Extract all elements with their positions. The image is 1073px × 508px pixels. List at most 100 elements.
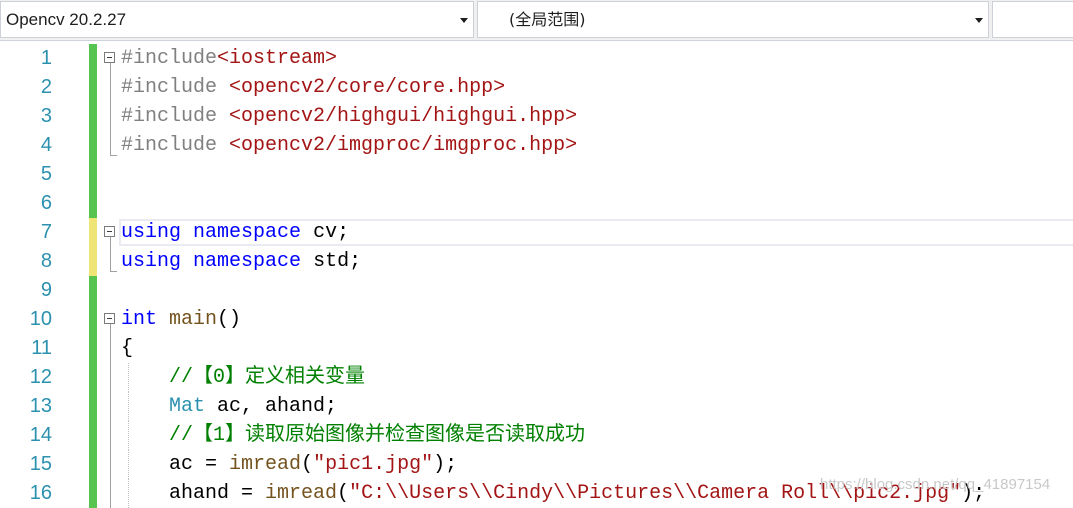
line-number: 6 <box>40 192 52 214</box>
code-text: using namespace std; <box>121 247 361 276</box>
line-number: 8 <box>40 250 52 272</box>
code-line[interactable]: 2 #include <opencv2/core/core.hpp> <box>0 73 1073 102</box>
saved-change-marker <box>89 73 97 102</box>
code-token: main <box>169 308 218 331</box>
code-token: imread <box>229 453 302 476</box>
code-text: #include <opencv2/core/core.hpp> <box>121 73 505 102</box>
saved-change-marker <box>89 334 97 363</box>
saved-change-marker <box>89 160 97 189</box>
code-line[interactable]: 1 #include<iostream> <box>0 44 1073 73</box>
code-editor[interactable]: 1 #include<iostream> 2 #include <opencv2/co… <box>0 41 1073 508</box>
code-token: ( <box>337 482 350 505</box>
code-line[interactable]: 9 <box>0 276 1073 305</box>
code-token: Mat <box>169 395 206 418</box>
code-token: () <box>217 308 242 331</box>
saved-change-marker <box>89 392 97 421</box>
saved-change-marker <box>89 363 97 392</box>
collapse-icon[interactable] <box>104 52 115 63</box>
code-token: int <box>121 308 158 331</box>
code-text: //【0】定义相关变量 <box>121 363 365 392</box>
line-number: 7 <box>40 221 52 243</box>
code-token: #include <box>121 105 230 128</box>
chevron-down-icon <box>975 18 983 23</box>
fold-guide <box>110 63 111 73</box>
code-token: std; <box>301 250 362 273</box>
collapse-icon[interactable] <box>104 313 115 324</box>
code-text: { <box>121 334 133 363</box>
code-token: #include <box>121 47 218 70</box>
saved-change-marker <box>89 305 97 334</box>
code-line[interactable]: 5 <box>0 160 1073 189</box>
line-number: 2 <box>40 76 52 98</box>
fold-guide <box>110 450 111 479</box>
code-line[interactable]: 15 ac = imread("pic1.jpg"); <box>0 450 1073 479</box>
code-line[interactable]: 11 { <box>0 334 1073 363</box>
fold-guide <box>110 73 111 102</box>
code-line[interactable]: 4 #include <opencv2/imgproc/imgproc.hpp> <box>0 131 1073 160</box>
line-number: 15 <box>29 453 52 475</box>
code-line[interactable]: 8 using namespace std; <box>0 247 1073 276</box>
code-line[interactable]: 12 //【0】定义相关变量 <box>0 363 1073 392</box>
code-token: { <box>121 337 134 360</box>
code-token: ); <box>433 453 458 476</box>
fold-guide <box>110 324 111 334</box>
code-line[interactable]: 13 Mat ac, ahand; <box>0 392 1073 421</box>
line-number: 12 <box>29 366 52 388</box>
scope-dropdown[interactable]: (全局范围) <box>477 1 989 38</box>
code-token: ( <box>301 453 314 476</box>
project-dropdown[interactable]: Opencv 20.2.27 <box>0 1 474 38</box>
code-token: //【1】读取原始图像并检查图像是否读取成功 <box>169 424 586 447</box>
fold-guide <box>110 237 111 247</box>
saved-change-marker <box>89 450 97 479</box>
code-token: #include <box>121 76 230 99</box>
code-token: <opencv2/highgui/highgui.hpp> <box>229 105 578 128</box>
code-token: cv; <box>301 221 350 244</box>
code-token: imread <box>265 482 338 505</box>
watermark: https://blog.csdn.net/qq_41897154 <box>820 476 1051 493</box>
fold-guide <box>110 479 111 508</box>
fold-guide-end <box>110 271 117 272</box>
code-token: #include <box>121 134 230 157</box>
code-text: Mat ac, ahand; <box>121 392 337 421</box>
code-text: ac = imread("pic1.jpg"); <box>121 450 457 479</box>
fold-guide <box>110 247 111 271</box>
member-dropdown[interactable] <box>992 1 1073 38</box>
code-line[interactable]: 3 #include <opencv2/highgui/highgui.hpp> <box>0 102 1073 131</box>
fold-guide <box>110 421 111 450</box>
code-text: int main() <box>121 305 241 334</box>
code-token: namespace <box>193 250 302 273</box>
saved-change-marker <box>89 276 97 305</box>
scope-dropdown-value: (全局范围) <box>509 10 586 29</box>
saved-change-marker <box>89 44 97 73</box>
code-line[interactable]: 14 //【1】读取原始图像并检查图像是否读取成功 <box>0 421 1073 450</box>
fold-guide <box>110 102 111 131</box>
saved-change-marker <box>89 102 97 131</box>
code-line[interactable]: 10 int main() <box>0 305 1073 334</box>
line-number: 16 <box>29 482 52 504</box>
code-token: using <box>121 221 182 244</box>
code-token: <iostream> <box>217 47 338 70</box>
project-dropdown-value: Opencv 20.2.27 <box>6 10 127 29</box>
code-token: using <box>121 250 182 273</box>
saved-change-marker <box>89 479 97 508</box>
line-number: 4 <box>40 134 52 156</box>
fold-guide <box>110 334 111 363</box>
code-line[interactable]: 7 using namespace cv; <box>0 218 1073 247</box>
code-text: #include<iostream> <box>121 44 337 73</box>
fold-guide <box>110 363 111 392</box>
saved-change-marker <box>89 189 97 218</box>
code-text: using namespace cv; <box>121 218 349 247</box>
saved-change-marker <box>89 421 97 450</box>
code-line[interactable]: 6 <box>0 189 1073 218</box>
code-text: #include <opencv2/highgui/highgui.hpp> <box>121 102 577 131</box>
collapse-icon[interactable] <box>104 226 115 237</box>
code-token: ac = <box>121 453 230 476</box>
code-token: <opencv2/core/core.hpp> <box>229 76 506 99</box>
code-token: "pic1.jpg" <box>313 453 434 476</box>
line-number: 5 <box>40 163 52 185</box>
